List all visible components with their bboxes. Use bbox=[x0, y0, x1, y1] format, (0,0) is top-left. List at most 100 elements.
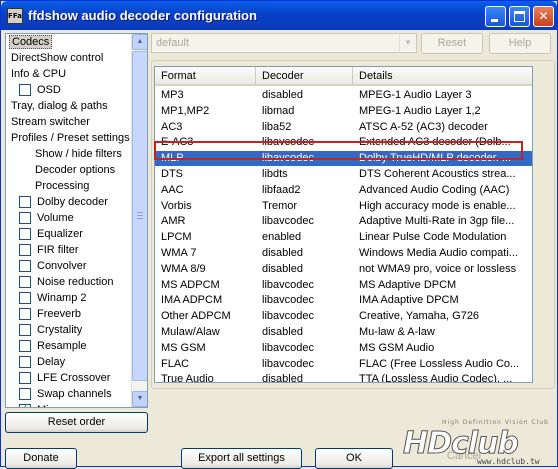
preset-select[interactable]: default ▼ bbox=[151, 33, 417, 53]
tree-checkbox[interactable] bbox=[19, 324, 31, 336]
donate-button[interactable]: Donate bbox=[5, 448, 77, 469]
main-window: FFa ffdshow audio decoder configuration … bbox=[0, 0, 558, 469]
cell-format: AC3 bbox=[161, 120, 183, 133]
tree-item[interactable]: LFE Crossover bbox=[6, 370, 112, 386]
tree-item[interactable]: Show / hide filters bbox=[33, 146, 124, 162]
settings-tree[interactable]: Codecs DirectShow control Info & CPU OSD Tra… bbox=[5, 33, 148, 408]
preset-reset-button[interactable]: Reset bbox=[421, 33, 483, 54]
tree-item[interactable]: OSD bbox=[6, 82, 63, 98]
scroll-down-icon[interactable]: ▼ bbox=[132, 391, 147, 407]
tree-item[interactable]: Stream switcher bbox=[9, 114, 92, 130]
tree-item-label: Resample bbox=[37, 340, 87, 352]
column-format[interactable]: Format bbox=[155, 67, 256, 86]
table-row[interactable]: AMR libavcodec Adaptive Multi-Rate in 3gp … bbox=[155, 214, 532, 229]
cell-format: Other ADPCM bbox=[161, 310, 231, 323]
tree-item[interactable]: Info & CPU bbox=[9, 66, 68, 82]
tree-checkbox[interactable] bbox=[19, 212, 31, 224]
cell-format: WMA 8/9 bbox=[161, 262, 206, 275]
table-row[interactable]: MP3 disabled MPEG-1 Audio Layer 3 bbox=[155, 88, 532, 103]
tree-checkbox[interactable] bbox=[19, 388, 31, 400]
tree-item[interactable]: Decoder options bbox=[33, 162, 117, 178]
codecs-list[interactable]: Format Decoder Details MP3 disabled MPEG-1… bbox=[154, 66, 533, 383]
tree-item[interactable]: Winamp 2 bbox=[6, 290, 89, 306]
maximize-button[interactable] bbox=[509, 6, 530, 27]
table-row[interactable]: WMA 8/9 disabled not WMA9 pro, voice or lo… bbox=[155, 262, 532, 277]
close-button[interactable]: ✕ bbox=[533, 6, 554, 27]
tree-item[interactable]: Mixer bbox=[6, 402, 66, 407]
cell-format: DTS bbox=[161, 168, 183, 180]
tree-item[interactable]: Convolver bbox=[6, 258, 89, 274]
tree-checkbox[interactable] bbox=[19, 356, 31, 368]
cell-details: High accuracy mode is enable... bbox=[359, 199, 516, 212]
tree-item[interactable]: Codecs bbox=[9, 34, 53, 50]
tree-item[interactable]: Freeverb bbox=[6, 306, 83, 322]
tree-item[interactable]: Profiles / Preset settings bbox=[9, 130, 132, 146]
tree-checkbox[interactable] bbox=[19, 402, 31, 407]
tree-checkbox[interactable] bbox=[19, 276, 31, 288]
table-row[interactable]: Vorbis Tremor High accuracy mode is enable… bbox=[155, 199, 532, 214]
tree-item-label: Noise reduction bbox=[37, 276, 114, 288]
tree-item-label: LFE Crossover bbox=[37, 372, 111, 384]
table-row[interactable]: MS ADPCM libavcodec MS Adaptive DPCM bbox=[155, 278, 532, 293]
table-row[interactable]: IMA ADPCM libavcodec IMA Adaptive DPCM bbox=[155, 293, 532, 308]
cell-format: Mulaw/Alaw bbox=[161, 326, 220, 338]
tree-item[interactable]: Volume bbox=[6, 210, 76, 226]
table-row[interactable]: MP1,MP2 libmad MPEG-1 Audio Layer 1,2 bbox=[155, 104, 532, 119]
tree-item[interactable]: Delay bbox=[6, 354, 67, 370]
table-row[interactable]: AAC libfaad2 Advanced Audio Coding (AAC) bbox=[155, 183, 532, 198]
tree-checkbox[interactable] bbox=[19, 228, 31, 240]
tree-item[interactable]: DirectShow control bbox=[9, 50, 105, 66]
tree-scrollbar[interactable]: ▲ ▼ bbox=[131, 34, 147, 407]
tree-checkbox[interactable] bbox=[19, 340, 31, 352]
tree-item[interactable]: Equalizer bbox=[6, 226, 85, 242]
tree-checkbox[interactable] bbox=[19, 84, 31, 96]
cell-format: AMR bbox=[161, 215, 186, 228]
export-settings-button[interactable]: Export all settings bbox=[181, 448, 302, 469]
tree-checkbox[interactable] bbox=[19, 308, 31, 320]
column-details[interactable]: Details bbox=[353, 67, 532, 86]
tree-item[interactable]: Noise reduction bbox=[6, 274, 115, 290]
tree-item[interactable]: Resample bbox=[6, 338, 89, 354]
table-row[interactable]: WMA 7 disabled Windows Media Audio compati… bbox=[155, 246, 532, 261]
tree-checkbox[interactable] bbox=[19, 260, 31, 272]
cell-decoder: Tremor bbox=[262, 199, 298, 212]
tree-item[interactable]: FIR filter bbox=[6, 242, 81, 258]
help-button[interactable]: Help bbox=[489, 33, 551, 54]
list-header: Format Decoder Details bbox=[155, 67, 532, 86]
tree-item[interactable]: Crystality bbox=[6, 322, 84, 338]
tree-checkbox[interactable] bbox=[19, 244, 31, 256]
cell-details: MS Adaptive DPCM bbox=[359, 278, 457, 291]
app-icon: FFa bbox=[7, 8, 23, 24]
tree-checkbox[interactable] bbox=[19, 372, 31, 384]
table-row[interactable]: AC3 liba52 ATSC A-52 (AC3) decoder bbox=[155, 120, 532, 135]
chevron-down-icon[interactable]: ▼ bbox=[399, 34, 416, 52]
cell-decoder: libavcodec bbox=[262, 278, 314, 291]
table-row[interactable]: LPCM enabled Linear Pulse Code Modulation bbox=[155, 230, 532, 245]
tree-item[interactable]: Dolby decoder bbox=[6, 194, 110, 210]
tree-checkbox[interactable] bbox=[19, 196, 31, 208]
tree-checkbox[interactable] bbox=[19, 292, 31, 304]
cell-details: IMA Adaptive DPCM bbox=[359, 294, 459, 307]
table-row[interactable]: FLAC libavcodec FLAC (Free Lossless Audio … bbox=[155, 357, 532, 372]
scroll-thumb[interactable] bbox=[132, 51, 147, 381]
cell-decoder: libavcodec bbox=[262, 310, 314, 323]
table-row[interactable]: Mulaw/Alaw disabled Mu-law & A-law bbox=[155, 325, 532, 340]
tree-item[interactable]: Swap channels bbox=[6, 386, 114, 402]
tree-item-label: FIR filter bbox=[37, 244, 79, 256]
title-bar[interactable]: FFa ffdshow audio decoder configuration … bbox=[1, 1, 557, 30]
ok-button[interactable]: OK bbox=[315, 448, 393, 469]
reset-order-button[interactable]: Reset order bbox=[5, 412, 148, 433]
column-decoder[interactable]: Decoder bbox=[256, 67, 353, 86]
cell-decoder: liba52 bbox=[262, 120, 292, 133]
minimize-button[interactable] bbox=[485, 6, 506, 27]
tree-item[interactable]: Tray, dialog & paths bbox=[9, 98, 110, 114]
table-row[interactable]: MS GSM libavcodec MS GSM Audio bbox=[155, 341, 532, 356]
table-row[interactable]: DTS libdts DTS Coherent Acoustics strea... bbox=[155, 167, 532, 182]
tree-item[interactable]: Processing bbox=[33, 178, 91, 194]
table-row[interactable]: True Audio disabled TTA (Lossless Audio Co… bbox=[155, 372, 532, 382]
cell-details: ATSC A-52 (AC3) decoder bbox=[359, 120, 488, 133]
tree-item-label: Dolby decoder bbox=[37, 196, 108, 208]
scroll-up-icon[interactable]: ▲ bbox=[132, 34, 147, 50]
table-row[interactable]: Other ADPCM libavcodec Creative, Yamaha, G… bbox=[155, 309, 532, 324]
cell-details: Creative, Yamaha, G726 bbox=[359, 310, 480, 323]
